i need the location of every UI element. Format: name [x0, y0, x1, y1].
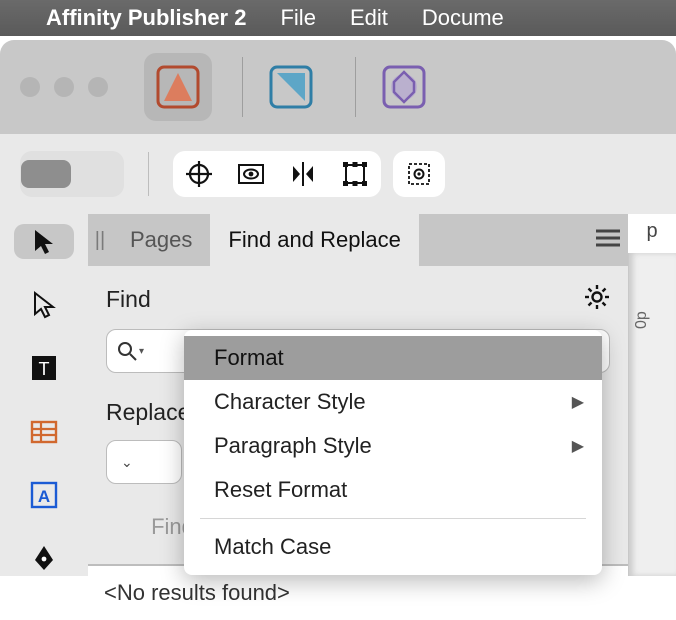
- menu-divider: [200, 518, 586, 519]
- divider: [355, 57, 356, 117]
- preview-mode-button[interactable]: [225, 151, 277, 197]
- find-label: Find: [106, 286, 151, 313]
- bounds-icon: [341, 160, 369, 188]
- search-icon: [117, 341, 137, 361]
- panel-drag-handle[interactable]: ||: [88, 229, 112, 252]
- mirror-icon: [289, 160, 317, 188]
- close-window-button[interactable]: [20, 77, 40, 97]
- selection-bounds-button[interactable]: [393, 151, 445, 197]
- designer-persona-icon: [268, 64, 314, 110]
- crosshair-icon: [185, 160, 213, 188]
- ruler-tick-label: 0p: [633, 311, 651, 329]
- context-toolbar: [0, 134, 676, 214]
- hamburger-icon: [596, 229, 620, 247]
- toolbar-group-3: [393, 151, 445, 197]
- submenu-arrow-icon: ▶: [572, 392, 584, 412]
- frame-text-tool[interactable]: A: [14, 477, 74, 512]
- divider: [242, 57, 243, 117]
- menu-item-match-case[interactable]: Match Case: [184, 525, 602, 569]
- pen-tool[interactable]: [14, 541, 74, 576]
- menu-item-character-style[interactable]: Character Style▶: [184, 380, 602, 424]
- toolbar-button[interactable]: [20, 151, 72, 197]
- window-traffic-lights: [20, 77, 108, 97]
- publisher-persona-icon: [155, 64, 201, 110]
- menu-item-format[interactable]: Format: [184, 336, 602, 380]
- chevron-down-icon: ⌄: [121, 454, 133, 471]
- document-menu[interactable]: Docume: [422, 5, 504, 31]
- panel-menu-button[interactable]: [588, 229, 628, 252]
- chevron-down-icon: ▾: [139, 346, 144, 357]
- tab-find-and-replace[interactable]: Find and Replace: [210, 214, 418, 266]
- publisher-persona-button[interactable]: [144, 53, 212, 121]
- photo-persona-button[interactable]: [370, 53, 438, 121]
- panel-tabs: || Pages Find and Replace: [88, 214, 628, 266]
- text-a-icon: A: [29, 480, 59, 510]
- right-gutter: p 0p: [628, 214, 676, 576]
- text-frame-icon: T: [29, 353, 59, 383]
- find-options-button[interactable]: [584, 284, 610, 315]
- move-tool[interactable]: [14, 224, 74, 259]
- table-icon: [29, 417, 59, 447]
- pointer-solid-icon: [29, 227, 59, 257]
- find-options-menu: Format Character Style▶ Paragraph Style▶…: [184, 330, 602, 575]
- file-menu[interactable]: File: [280, 5, 315, 31]
- toolbar-group-snapping: [173, 151, 381, 197]
- replace-input[interactable]: ⌄: [106, 440, 182, 484]
- zoom-window-button[interactable]: [88, 77, 108, 97]
- designer-persona-button[interactable]: [257, 53, 325, 121]
- minimize-window-button[interactable]: [54, 77, 74, 97]
- app-menu[interactable]: Affinity Publisher 2: [46, 5, 246, 31]
- photo-persona-icon: [381, 64, 427, 110]
- menu-item-reset-format[interactable]: Reset Format: [184, 468, 602, 512]
- artistic-text-tool[interactable]: T: [14, 351, 74, 386]
- node-tool[interactable]: [14, 287, 74, 322]
- edit-menu[interactable]: Edit: [350, 5, 388, 31]
- pointer-outline-icon: [29, 290, 59, 320]
- snap-crosshair-button[interactable]: [173, 151, 225, 197]
- submenu-arrow-icon: ▶: [572, 436, 584, 456]
- transform-origin-button[interactable]: [329, 151, 381, 197]
- toolbar-group-1: [20, 151, 124, 197]
- svg-text:T: T: [39, 359, 50, 379]
- toolbar-button[interactable]: [72, 151, 124, 197]
- table-tool[interactable]: [14, 414, 74, 449]
- pen-nib-icon: [29, 543, 59, 573]
- mac-menubar: Affinity Publisher 2 File Edit Docume: [0, 0, 676, 36]
- gear-icon: [584, 284, 610, 310]
- divider: [148, 152, 149, 196]
- clip-canvas-button[interactable]: [277, 151, 329, 197]
- window-titlebar: [0, 40, 676, 134]
- eye-icon: [237, 160, 265, 188]
- ruler-unit-label: p: [646, 220, 657, 243]
- tab-pages[interactable]: Pages: [112, 214, 210, 266]
- tools-panel: T A: [0, 214, 88, 576]
- svg-text:A: A: [38, 487, 50, 506]
- menu-item-paragraph-style[interactable]: Paragraph Style▶: [184, 424, 602, 468]
- select-bounds-icon: [405, 160, 433, 188]
- vertical-ruler[interactable]: 0p: [628, 253, 676, 576]
